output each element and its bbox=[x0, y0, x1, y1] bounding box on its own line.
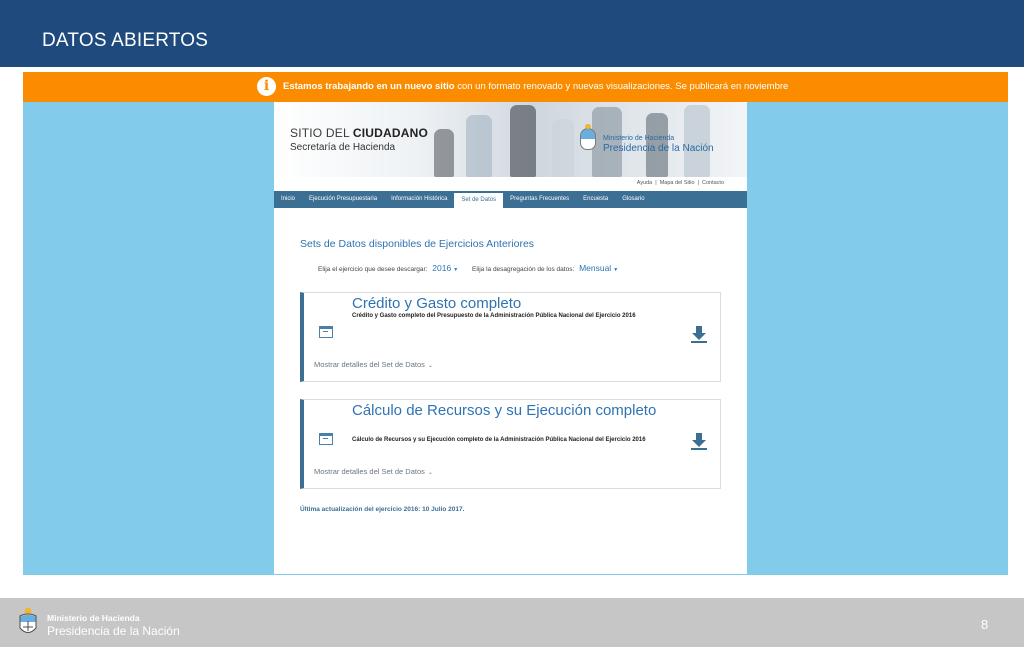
calendar-icon bbox=[319, 433, 333, 445]
dataset-card: Cálculo de Recursos y su Ejecución compl… bbox=[300, 399, 721, 489]
site-subtitle: Secretaría de Hacienda bbox=[290, 142, 396, 153]
dataset-card: Crédito y Gasto completo Crédito y Gasto… bbox=[300, 292, 721, 382]
download-icon[interactable] bbox=[690, 432, 708, 450]
info-icon: i bbox=[257, 77, 276, 96]
page-number: 8 bbox=[981, 617, 989, 632]
slide: DATOS ABIERTOS i Estamos trabajando en u… bbox=[0, 0, 1024, 647]
banner-photo-figure bbox=[552, 119, 574, 177]
tab-inicio[interactable]: Inicio bbox=[274, 191, 302, 208]
filters-row: Elija el ejercicio que desee descargar: … bbox=[318, 263, 630, 273]
chevron-down-icon: ⌄ bbox=[427, 470, 433, 476]
coat-of-arms-icon bbox=[19, 607, 37, 633]
utility-links: Ayuda | Mapa del Sitio | Contacto bbox=[636, 180, 724, 186]
coat-of-arms-icon bbox=[580, 124, 596, 150]
year-filter-label: Elija el ejercicio que desee descargar: bbox=[318, 266, 428, 273]
tab-informacion-historica[interactable]: Información Histórica bbox=[384, 191, 454, 208]
year-select[interactable]: 2016 bbox=[432, 263, 451, 273]
banner-photo-figure bbox=[510, 105, 536, 177]
caret-down-icon[interactable]: ▼ bbox=[453, 267, 458, 273]
dataset-title[interactable]: Cálculo de Recursos y su Ejecución compl… bbox=[352, 402, 672, 419]
notice-rest-text: con un formato renovado y nuevas visuali… bbox=[454, 81, 789, 92]
site-nav: Inicio Ejecución Presupuestaria Informac… bbox=[274, 191, 747, 208]
util-link-mapa[interactable]: Mapa del Sitio bbox=[660, 180, 695, 186]
tab-set-de-datos[interactable]: Set de Datos bbox=[454, 191, 504, 208]
dataset-description: Crédito y Gasto completo del Presupuesto… bbox=[352, 313, 636, 319]
notice-bold-text: Estamos trabajando en un nuevo sitio bbox=[283, 81, 455, 92]
footer-ministry-label: Ministerio de Hacienda bbox=[47, 613, 140, 623]
tab-encuesta[interactable]: Encuesta bbox=[576, 191, 615, 208]
download-icon[interactable] bbox=[690, 325, 708, 343]
banner-photo-figure bbox=[434, 129, 454, 177]
tab-preguntas-frecuentes[interactable]: Preguntas Frecuentes bbox=[503, 191, 576, 208]
banner-photo-figure bbox=[684, 105, 710, 177]
util-link-ayuda[interactable]: Ayuda bbox=[637, 180, 653, 186]
website-screenshot: SITIO DEL CIUDADANO Secretaría de Hacien… bbox=[274, 102, 747, 574]
chevron-down-icon: ⌄ bbox=[427, 363, 433, 369]
dataset-description: Cálculo de Recursos y su Ejecución compl… bbox=[352, 437, 646, 443]
notice-message: Estamos trabajando en un nuevo sitio con… bbox=[283, 81, 788, 92]
datasets-heading: Sets de Datos disponibles de Ejercicios … bbox=[300, 238, 535, 250]
breakdown-select[interactable]: Mensual bbox=[579, 263, 611, 273]
site-title: SITIO DEL CIUDADANO bbox=[290, 126, 429, 140]
calendar-icon bbox=[319, 326, 333, 338]
site-ministry-label: Ministerio de Hacienda bbox=[603, 135, 675, 142]
last-update-note: Última actualización del ejercicio 2016:… bbox=[300, 506, 465, 513]
caret-down-icon[interactable]: ▼ bbox=[613, 267, 618, 273]
tab-glosario[interactable]: Glosario bbox=[615, 191, 651, 208]
slide-title: DATOS ABIERTOS bbox=[42, 30, 209, 51]
site-presidency-label: Presidencia de la Nación bbox=[603, 143, 714, 154]
show-details-link[interactable]: Mostrar detalles del Set de Datos ⌄ bbox=[314, 360, 433, 369]
show-details-link[interactable]: Mostrar detalles del Set de Datos ⌄ bbox=[314, 467, 433, 476]
util-link-contacto[interactable]: Contacto bbox=[702, 180, 724, 186]
tab-ejecucion-presupuestaria[interactable]: Ejecución Presupuestaria bbox=[302, 191, 384, 208]
site-banner: SITIO DEL CIUDADANO Secretaría de Hacien… bbox=[274, 102, 747, 177]
banner-photo-figure bbox=[466, 115, 492, 177]
banner-photo-figure bbox=[592, 107, 622, 177]
breakdown-filter-label: Elija la desagregación de los datos: bbox=[471, 266, 575, 273]
dataset-title[interactable]: Crédito y Gasto completo bbox=[352, 295, 672, 312]
slide-footer bbox=[0, 598, 1024, 647]
footer-presidency-label: Presidencia de la Nación bbox=[47, 624, 180, 638]
notice-banner: i Estamos trabajando en un nuevo sitio c… bbox=[23, 72, 1008, 102]
